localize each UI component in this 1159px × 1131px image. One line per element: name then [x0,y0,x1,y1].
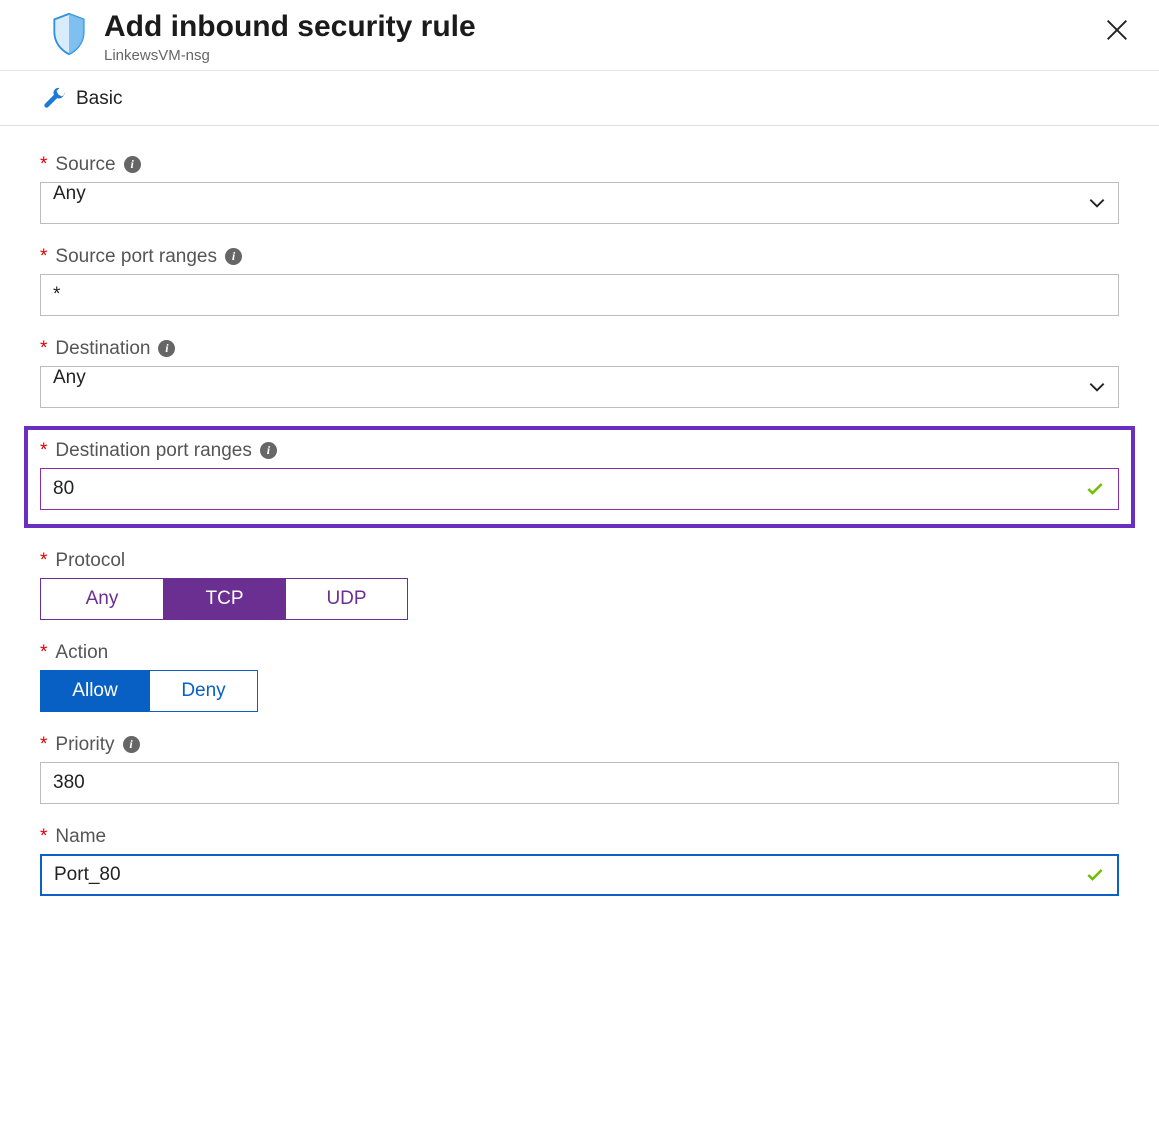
info-icon[interactable]: i [225,248,242,265]
label-destination: Destination [55,338,150,360]
required-marker: * [40,247,47,266]
action-option-allow[interactable]: Allow [41,671,149,711]
required-marker: * [40,155,47,174]
action-option-deny[interactable]: Deny [149,671,257,711]
shield-icon [48,12,90,56]
field-source: * Source i Any [40,154,1119,224]
rule-form: * Source i Any * Source port ranges i [0,126,1159,942]
close-icon[interactable] [1103,16,1131,44]
pane-title: Add inbound security rule [104,10,1135,45]
protocol-option-tcp[interactable]: TCP [163,579,285,619]
label-protocol: Protocol [55,550,125,572]
pane-header: Add inbound security rule LinkewsVM-nsg [0,0,1159,71]
name-input[interactable] [40,854,1119,896]
mode-toolbar: Basic [0,71,1159,126]
label-source: Source [55,154,115,176]
label-source-port-ranges: Source port ranges [55,246,217,268]
destination-select[interactable]: Any [40,366,1119,408]
label-priority: Priority [55,734,114,756]
required-marker: * [40,735,47,754]
pane-subtitle: LinkewsVM-nsg [104,47,1135,64]
mode-basic-button[interactable]: Basic [76,88,122,110]
required-marker: * [40,339,47,358]
required-marker: * [40,441,47,460]
info-icon[interactable]: i [123,736,140,753]
highlight-destination-port-ranges: * Destination port ranges i [24,426,1135,528]
wrench-icon[interactable] [42,87,66,111]
label-name: Name [55,826,106,848]
check-icon [1085,865,1105,885]
label-destination-port-ranges: Destination port ranges [55,440,251,462]
required-marker: * [40,551,47,570]
info-icon[interactable]: i [124,156,141,173]
destination-port-ranges-input[interactable] [40,468,1119,510]
priority-input[interactable] [40,762,1119,804]
field-action: * Action Allow Deny [40,642,1119,712]
required-marker: * [40,643,47,662]
source-select[interactable]: Any [40,182,1119,224]
field-destination: * Destination i Any [40,338,1119,408]
info-icon[interactable]: i [260,442,277,459]
required-marker: * [40,827,47,846]
field-protocol: * Protocol Any TCP UDP [40,550,1119,620]
source-port-ranges-input[interactable] [40,274,1119,316]
protocol-option-any[interactable]: Any [41,579,163,619]
label-action: Action [55,642,108,664]
check-icon [1085,479,1105,499]
field-destination-port-ranges: * Destination port ranges i [40,440,1119,510]
info-icon[interactable]: i [158,340,175,357]
field-name: * Name [40,826,1119,896]
protocol-segmented: Any TCP UDP [40,578,408,620]
field-priority: * Priority i [40,734,1119,804]
add-inbound-rule-pane: Add inbound security rule LinkewsVM-nsg … [0,0,1159,942]
action-segmented: Allow Deny [40,670,258,712]
protocol-option-udp[interactable]: UDP [285,579,407,619]
field-source-port-ranges: * Source port ranges i [40,246,1119,316]
